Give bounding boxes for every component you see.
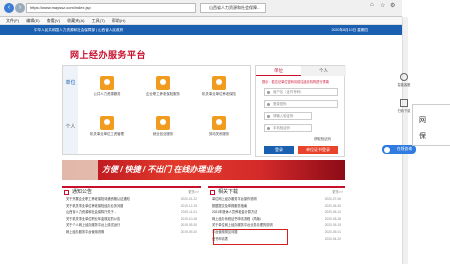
login-notice: 提示：若忘记单位密码请前往经办机构进行重置: [262, 80, 329, 84]
password-field[interactable]: 登录密码: [264, 100, 338, 108]
menu-bar: 文件(F) 编辑(E) 查看(V) 收藏夹(A) 工具(T) 帮助(H): [0, 17, 402, 25]
star-icon[interactable]: ☆: [380, 2, 385, 9]
list-item[interactable]: 关于机关事业单位养老保险经办业务问题 2019-12-25: [62, 203, 201, 210]
site-top-strip: 中华人民共和国人力资源和社会保障部 | 山西省人民政府 2020年8月10日 星…: [0, 25, 402, 35]
username-field[interactable]: 用户名（证件号码）: [264, 88, 338, 96]
cert-login-button[interactable]: 单位证书登录: [298, 146, 338, 154]
tab-unit-services[interactable]: 单位: [63, 80, 78, 86]
notices-block: 通知公告 更多>> 关于开展企业职工养老保险待遇资格认证通知 2020-01-22…: [62, 186, 201, 264]
back-icon[interactable]: ‹: [4, 3, 14, 13]
money-icon: [100, 116, 114, 130]
list-item[interactable]: 数据提交及申报服务指南 2020-06-30: [208, 203, 345, 210]
list-item[interactable]: 关于开展企业职工养老保险待遇资格认证通知 2020-01-22: [62, 196, 201, 203]
brand-title: 网上经办服务平台: [70, 50, 147, 60]
hands-image: [62, 160, 98, 180]
login-panel: 单位 个人 提示：若忘记单位密码请前往经办机构进行重置 用户名（证件号码） 登录…: [255, 65, 346, 157]
menu-favorites[interactable]: 收藏夹(A): [67, 17, 84, 25]
services-panel: 单位 个人 公共人力资源服务 企业职工养老保险服务 机关事业单位养老保险 机关事…: [62, 65, 251, 155]
tab-login-person[interactable]: 个人: [301, 66, 346, 76]
top-links[interactable]: 中华人民共和国人力资源和社会保障部 | 山西省人民政府: [34, 25, 123, 35]
banner-text: 方便 / 快捷 / 不出门 在线办理业务: [102, 165, 222, 174]
list-item[interactable]: 关于单位网上经办服务平台业务办理的说明 2020-05-15: [208, 222, 345, 229]
menu-tools[interactable]: 工具(T): [92, 17, 105, 25]
notices-more-link[interactable]: 更多>>: [188, 188, 199, 196]
tab-person-services[interactable]: 个人: [63, 124, 78, 130]
login-tabs: 单位 个人: [256, 66, 346, 76]
list-item[interactable]: 关于机关事业单位职业年金核定的公告 2019-10-28: [62, 216, 201, 223]
menu-help[interactable]: 帮助(H): [112, 17, 126, 25]
download-icon: [210, 190, 215, 195]
notices-title: 通知公告 更多>>: [62, 188, 201, 196]
get-code-link[interactable]: 获取验证码: [314, 136, 331, 141]
menu-view[interactable]: 查看(V): [47, 17, 60, 25]
home-icon[interactable]: ⌂: [370, 2, 374, 8]
promo-banner[interactable]: 方便 / 快捷 / 不出门 在线办理业务: [62, 160, 345, 180]
list-item[interactable]: 网上经办系统证书申请流程（简版） 2020-05-28: [208, 216, 345, 223]
list-item[interactable]: 单位网上经办服务平台操作说明 2020-07-06: [208, 196, 345, 203]
date-text: 2020年8月10日 星期四: [331, 28, 368, 32]
service-employment[interactable]: 就业创业服务: [141, 116, 185, 136]
handshake-icon: [212, 116, 226, 130]
browser-toolbar: ‹ › https://www.mayssz.com/index.jsp 山西省…: [0, 0, 402, 17]
lock-icon: [267, 102, 270, 106]
megaphone-icon: [64, 190, 69, 195]
service-pension-institution[interactable]: 机关事业单位养老保险: [197, 76, 241, 96]
qrcode-icon: [400, 99, 408, 107]
code-field[interactable]: 请输入验证码: [264, 112, 312, 120]
gear-icon[interactable]: ⚙: [390, 2, 395, 9]
smart-service[interactable]: 智能客服: [396, 73, 412, 87]
service-wage-management[interactable]: 机关事业单位工资管理: [85, 116, 129, 136]
highlight-box: [213, 229, 288, 245]
service-labor-relations[interactable]: 劳动关系服务: [197, 116, 241, 136]
list-item[interactable]: 山西省人力资源和社会保障厅关于... 2019-11-01: [62, 209, 201, 216]
address-bar[interactable]: https://www.mayssz.com/index.jsp: [26, 3, 196, 13]
service-public-hr[interactable]: 公共人力资源服务: [85, 76, 129, 96]
downloads-title: 相关下载 更多>>: [208, 188, 345, 196]
people-icon: [100, 76, 114, 90]
phone-icon: [267, 126, 270, 130]
building-icon: [212, 76, 226, 90]
menu-file[interactable]: 文件(F): [6, 17, 19, 25]
menu-edit[interactable]: 编辑(E): [26, 17, 39, 25]
list-item[interactable]: 关于个人网上经办服务平台上线试运行 2019-09-30: [62, 222, 201, 229]
forward-icon[interactable]: ›: [15, 3, 25, 13]
scan-download[interactable]: 扫码下载: [396, 99, 412, 113]
list-item[interactable]: 网上经办服务平台使用说明 2019-09-20: [62, 229, 201, 236]
sms-code-field[interactable]: 手机验证码: [264, 124, 312, 132]
side-popup: 网 保: [412, 104, 450, 146]
online-consult-button[interactable]: 在线咨询: [382, 145, 416, 154]
page-body: 网上经办服务平台 单位 个人 公共人力资源服务 企业职工养老保险服务 机关事业单…: [0, 35, 416, 264]
tab-login-unit[interactable]: 单位: [256, 66, 301, 76]
browser-tab[interactable]: 山西省人力资源和社会保障...: [200, 3, 266, 13]
user-icon: [267, 90, 270, 94]
service-pension-enterprise[interactable]: 企业职工养老保险服务: [141, 76, 185, 96]
downloads-block: 相关下载 更多>> 单位网上经办服务平台操作说明 2020-07-06 数据提交及…: [208, 186, 345, 264]
shield-icon: [267, 114, 270, 118]
downloads-more-link[interactable]: 更多>>: [332, 188, 343, 196]
service-type-tabs: 单位 个人: [63, 66, 78, 154]
login-button[interactable]: 登录: [264, 146, 294, 154]
right-rail: 智能客服 扫码下载: [396, 73, 412, 125]
headset-icon: [400, 73, 408, 81]
list-item[interactable]: 2021年退休人员养老金计算方法 2020-06-12: [208, 209, 345, 216]
briefcase-icon: [156, 116, 170, 130]
scrollbar[interactable]: [402, 17, 408, 264]
document-icon: [156, 76, 170, 90]
